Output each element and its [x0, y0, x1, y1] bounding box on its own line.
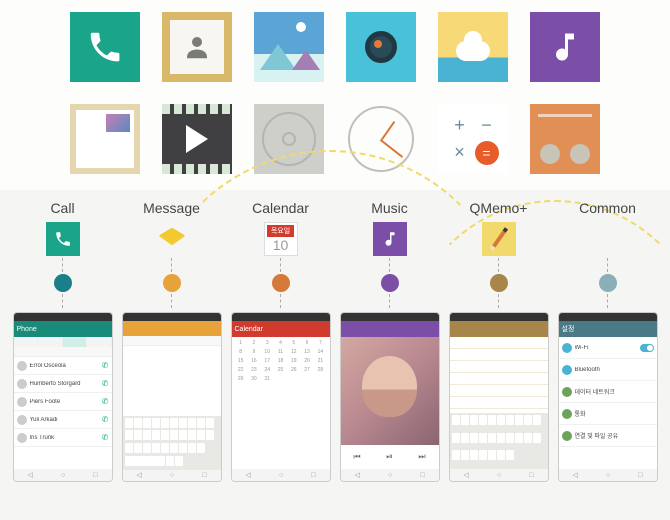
prev-button[interactable]: ⏮	[353, 452, 360, 462]
multiply-sign: ×	[446, 139, 473, 166]
message-input[interactable]	[123, 336, 221, 346]
toggle-switch[interactable]	[640, 344, 654, 352]
nav-bar: ◁○□	[559, 469, 657, 481]
music-app-screenshot: ⏮ ⏯ ⏭ ◁○□	[340, 312, 440, 482]
action-bar	[123, 321, 221, 336]
list-item[interactable]: Iris Trunk✆	[14, 429, 112, 447]
list-item[interactable]: 연결 및 파일 공유	[559, 425, 657, 447]
column-label: Call	[50, 200, 74, 218]
music-icon[interactable]	[530, 12, 600, 82]
nav-bar: ◁○□	[14, 469, 112, 481]
qmemo-icon[interactable]	[482, 222, 516, 256]
player-controls[interactable]: ⏮ ⏯ ⏭	[341, 445, 439, 469]
theme-column-message: Message ◁○□	[121, 200, 222, 510]
color-dot	[599, 274, 617, 292]
calendar-day-label: 목요일	[267, 225, 294, 237]
column-label: Calendar	[252, 200, 309, 218]
icon-showcase-panel: + − × =	[0, 0, 670, 190]
phone-icon: ✆	[102, 433, 109, 442]
video-icon[interactable]	[162, 104, 232, 174]
list-item[interactable]: 통화	[559, 403, 657, 425]
color-dot	[54, 274, 72, 292]
pencil-icon	[489, 227, 507, 251]
column-label: Common	[579, 200, 636, 218]
calendar-day-number: 10	[273, 237, 289, 253]
call-app-screenshot: Phone Errol Osceola✆ Humberto Storgard✆ …	[13, 312, 113, 482]
nav-bar: ◁○□	[123, 470, 221, 482]
icon-grid: + − × =	[50, 12, 620, 174]
phone-icon: ✆	[102, 379, 109, 388]
month-grid[interactable]: 1234567 891011121314 15161718192021 2223…	[232, 337, 330, 469]
settings-app-screenshot: 설정 Wi-Fi Bluetooth 데이터 네트워크 통화 연결 및 파일 공…	[558, 312, 658, 482]
equals-sign: =	[475, 141, 499, 165]
message-icon[interactable]	[155, 222, 189, 256]
theme-column-music: Music ⏮ ⏯ ⏭ ◁○□	[339, 200, 440, 510]
next-button[interactable]: ⏭	[418, 452, 425, 462]
radio-icon[interactable]	[530, 104, 600, 174]
contact-list: Errol Osceola✆ Humberto Storgard✆ Piers …	[14, 357, 112, 469]
color-dot	[490, 274, 508, 292]
calendar-icon[interactable]: 목요일 10	[264, 222, 298, 256]
search-field[interactable]	[14, 347, 112, 357]
settings-list: Wi-Fi Bluetooth 데이터 네트워크 통화 연결 및 파일 공유	[559, 337, 657, 469]
music-icon[interactable]	[373, 222, 407, 256]
color-dot	[163, 274, 181, 292]
notes-icon[interactable]	[70, 104, 140, 174]
theme-column-common: Common 설정 Wi-Fi Bluetooth 데이터 네트워크 통화 연결…	[557, 200, 658, 510]
phone-icon[interactable]	[70, 12, 140, 82]
gallery-icon[interactable]	[254, 12, 324, 82]
list-item[interactable]: Humberto Storgard✆	[14, 375, 112, 393]
placeholder-icon	[591, 222, 625, 256]
tab-bar	[14, 337, 112, 347]
message-app-screenshot: ◁○□	[122, 312, 222, 482]
nav-bar: ◁○□	[232, 469, 330, 481]
camera-icon[interactable]	[346, 12, 416, 82]
column-label: Message	[143, 200, 200, 218]
list-item[interactable]: Wi-Fi	[559, 337, 657, 359]
action-bar: Calendar	[232, 321, 330, 337]
plus-sign: +	[446, 112, 473, 139]
color-dot	[381, 274, 399, 292]
action-bar	[450, 321, 548, 337]
nav-bar: ◁○□	[341, 469, 439, 481]
memo-canvas[interactable]	[450, 337, 548, 413]
file-manager-icon[interactable]	[254, 104, 324, 174]
keyboard[interactable]	[450, 413, 548, 469]
color-dot	[272, 274, 290, 292]
column-label: QMemo+	[470, 200, 528, 218]
nav-bar: ◁○□	[450, 469, 548, 481]
list-item[interactable]: 데이터 네트워크	[559, 381, 657, 403]
minus-sign: −	[473, 112, 500, 139]
action-bar: Phone	[14, 321, 112, 337]
theme-column-calendar: Calendar 목요일 10 Calendar 1234567 8910111…	[230, 200, 331, 510]
phone-icon: ✆	[102, 397, 109, 406]
phone-icon: ✆	[102, 361, 109, 370]
list-item[interactable]: Bluetooth	[559, 359, 657, 381]
phone-icon: ✆	[102, 415, 109, 424]
weather-icon[interactable]	[438, 12, 508, 82]
action-bar	[341, 321, 439, 337]
theme-column-call: Call Phone Errol Osceola✆ Humberto Storg…	[12, 200, 113, 510]
list-item[interactable]: Yuli Arkadi✆	[14, 411, 112, 429]
contacts-icon[interactable]	[162, 12, 232, 82]
action-bar: 설정	[559, 321, 657, 337]
calculator-icon[interactable]: + − × =	[438, 104, 508, 174]
list-item[interactable]: Errol Osceola✆	[14, 357, 112, 375]
keyboard[interactable]	[123, 416, 221, 470]
calendar-app-screenshot: Calendar 1234567 891011121314 1516171819…	[231, 312, 331, 482]
play-button[interactable]: ⏯	[386, 452, 392, 462]
theme-mapping-panel: Call Phone Errol Osceola✆ Humberto Storg…	[0, 190, 670, 520]
column-label: Music	[371, 200, 408, 218]
qmemo-app-screenshot: ◁○□	[449, 312, 549, 482]
theme-column-qmemo: QMemo+ ◁○□	[448, 200, 549, 510]
album-art	[341, 337, 439, 445]
phone-icon[interactable]	[46, 222, 80, 256]
list-item[interactable]: Piers Foote✆	[14, 393, 112, 411]
clock-icon[interactable]	[346, 104, 416, 174]
